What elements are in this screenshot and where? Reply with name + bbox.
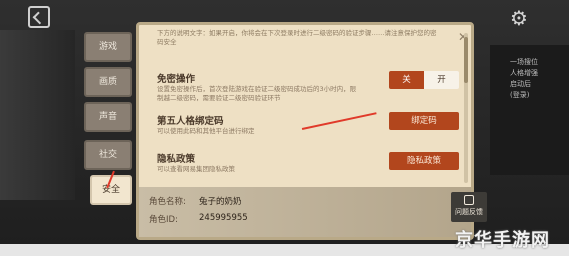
site-watermark: 京华手游网	[455, 230, 550, 251]
binding-code-desc: 可以使用此码和其他平台进行绑定	[157, 127, 255, 135]
tab-game[interactable]: 游戏	[84, 32, 132, 62]
toggle-on-option[interactable]: 开	[424, 71, 459, 89]
binding-code-button[interactable]: 绑定码	[389, 112, 459, 130]
password-free-toggle[interactable]: 关 开	[389, 71, 459, 89]
feedback-button[interactable]: 问题反馈	[451, 192, 487, 222]
edit-icon	[464, 195, 474, 205]
character-info-bar: 角色名称: 兔子的奶奶 角色ID: 245995955	[139, 187, 471, 237]
right-panel-line: 人格增强	[510, 69, 538, 77]
character-name-value: 兔子的奶奶	[199, 197, 242, 207]
binding-code-title: 第五人格绑定码	[157, 116, 224, 127]
password-free-desc: 设置免密操作后，首次登陆游戏在验证二级密码成功后的3小时内，限制越二级密码，需要…	[157, 85, 357, 102]
character-name-label: 角色名称:	[149, 197, 186, 207]
game-screen: ⚙ 一场搜位 人格增强 启动后 (登录) 游戏 画质 声音 社交 安全 下方的说…	[0, 0, 569, 244]
back-icon[interactable]	[28, 6, 50, 28]
top-description: 下方的说明文字：如果开启，你将会在下次登录时进行二级密码的验证步骤……请注意保护…	[157, 29, 437, 46]
character-id-label: 角色ID:	[149, 215, 178, 225]
privacy-title: 隐私政策	[157, 154, 196, 165]
right-info-panel: 一场搜位 人格增强 启动后 (登录)	[490, 45, 569, 175]
right-panel-line: (登录)	[510, 91, 530, 99]
background-decor	[0, 30, 75, 200]
feedback-label: 问题反馈	[455, 208, 483, 216]
character-id-value: 245995955	[199, 213, 248, 223]
tab-social[interactable]: 社交	[84, 140, 132, 170]
tab-sound[interactable]: 声音	[84, 102, 132, 132]
scrollbar[interactable]	[464, 33, 468, 183]
privacy-desc: 可以查看网易集团隐私政策	[157, 165, 235, 173]
password-free-title: 免密操作	[157, 74, 196, 85]
toggle-off-option[interactable]: 关	[389, 71, 424, 89]
privacy-button[interactable]: 隐私政策	[389, 152, 459, 170]
gear-icon[interactable]: ⚙	[510, 8, 530, 28]
security-settings-panel: 下方的说明文字：如果开启，你将会在下次登录时进行二级密码的验证步骤……请注意保护…	[136, 22, 487, 240]
right-panel-line: 启动后	[510, 80, 531, 88]
tab-graphics[interactable]: 画质	[84, 67, 132, 97]
right-panel-line: 一场搜位	[510, 58, 538, 66]
settings-content: 下方的说明文字：如果开启，你将会在下次登录时进行二级密码的验证步骤……请注意保护…	[139, 25, 471, 191]
